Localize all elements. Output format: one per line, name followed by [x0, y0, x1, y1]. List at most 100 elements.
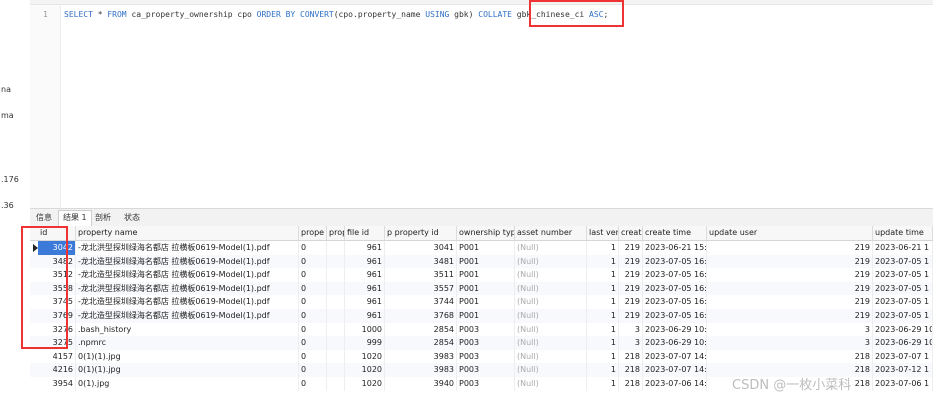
- cell-prope[interactable]: 0: [299, 349, 327, 364]
- cell-update-time[interactable]: 2023-06-29 10: [873, 336, 933, 350]
- cell-last-ver[interactable]: 1: [587, 254, 619, 269]
- cell-asset-number[interactable]: (Null): [515, 309, 587, 323]
- cell-ownership-type[interactable]: P001: [457, 268, 515, 282]
- cell-creat[interactable]: 219: [619, 281, 643, 296]
- cell-file-id[interactable]: 999: [345, 336, 385, 350]
- cell-prope[interactable]: 0: [299, 309, 327, 323]
- table-row[interactable]: 3512 -龙北造型探圳绿海名都店 拉横板0619-Model(1).pdf 0 96…: [30, 268, 933, 282]
- cell-update-time[interactable]: 2023-07-12 1: [873, 363, 933, 377]
- cell-last-ver[interactable]: 1: [587, 268, 619, 282]
- cell-update-user[interactable]: 219: [707, 309, 873, 323]
- cell-create-time[interactable]: 2023-07-06 14:: [643, 377, 707, 391]
- column-header-create-time[interactable]: create time: [643, 226, 707, 240]
- cell-prop[interactable]: [327, 268, 345, 282]
- cell-creat[interactable]: 3: [619, 336, 643, 350]
- cell-asset-number[interactable]: (Null): [515, 268, 587, 282]
- cell-prope[interactable]: 0: [299, 322, 327, 337]
- cell-asset-number[interactable]: (Null): [515, 336, 587, 350]
- cell-prope[interactable]: 0: [299, 336, 327, 350]
- table-row[interactable]: 3745 -龙北造型探圳绿海名都店 拉横板0619-Model(1).pdf 0 96…: [30, 295, 933, 309]
- cell-create-time[interactable]: 2023-07-05 16:: [643, 281, 707, 296]
- column-header-p-property-id[interactable]: p property id: [385, 226, 457, 240]
- table-row[interactable]: 4157 0(1)(1).jpg 0 1020 3983 P003 (Null) 1 218 20…: [30, 349, 933, 364]
- tab-status[interactable]: 状态: [120, 211, 144, 224]
- cell-asset-number[interactable]: (Null): [515, 295, 587, 309]
- cell-property-name[interactable]: 0(1)(1).jpg: [76, 349, 299, 364]
- cell-prop[interactable]: [327, 349, 345, 364]
- column-header-update-user[interactable]: update user: [707, 226, 873, 240]
- cell-last-ver[interactable]: 1: [587, 309, 619, 323]
- cell-last-ver[interactable]: 1: [587, 281, 619, 296]
- cell-p-property-id[interactable]: 3041: [385, 241, 457, 255]
- tab-result-1[interactable]: 结果 1: [58, 210, 92, 226]
- column-header-file-id[interactable]: file id: [345, 226, 385, 240]
- cell-prop[interactable]: [327, 322, 345, 337]
- cell-update-user[interactable]: 219: [707, 254, 873, 269]
- cell-p-property-id[interactable]: 3983: [385, 363, 457, 377]
- sql-query-line[interactable]: SELECT * FROM ca_property_ownership cpo …: [64, 10, 608, 19]
- cell-ownership-type[interactable]: P001: [457, 281, 515, 296]
- cell-create-time[interactable]: 2023-07-07 14:: [643, 349, 707, 364]
- cell-file-id[interactable]: 961: [345, 281, 385, 296]
- cell-last-ver[interactable]: 1: [587, 349, 619, 364]
- cell-create-time[interactable]: 2023-07-05 16:: [643, 309, 707, 323]
- cell-create-time[interactable]: 2023-07-07 14:: [643, 363, 707, 377]
- table-row[interactable]: 3276 .bash_history 0 1000 2854 P003 (Null) 1 3 20…: [30, 322, 933, 337]
- cell-asset-number[interactable]: (Null): [515, 322, 587, 337]
- cell-last-ver[interactable]: 1: [587, 377, 619, 391]
- cell-file-id[interactable]: 1000: [345, 322, 385, 337]
- column-header-asset-number[interactable]: asset number: [515, 226, 587, 240]
- column-header-property-name[interactable]: property name: [76, 226, 299, 240]
- cell-prop[interactable]: [327, 336, 345, 350]
- cell-p-property-id[interactable]: 3768: [385, 309, 457, 323]
- cell-update-user[interactable]: 219: [707, 281, 873, 296]
- cell-update-user[interactable]: 218: [707, 349, 873, 364]
- cell-prop[interactable]: [327, 241, 345, 255]
- column-header-last-ver[interactable]: last ver: [587, 226, 619, 240]
- cell-update-time[interactable]: 2023-07-06 1: [873, 377, 933, 391]
- cell-p-property-id[interactable]: 3983: [385, 349, 457, 364]
- cell-property-name[interactable]: -龙北造型探圳绿海名都店 拉横板0619-Model(1).pdf: [76, 254, 299, 269]
- cell-prope[interactable]: 0: [299, 254, 327, 269]
- cell-property-name[interactable]: 0(1).jpg: [76, 377, 299, 391]
- cell-update-user[interactable]: 3: [707, 322, 873, 337]
- cell-creat[interactable]: 218: [619, 377, 643, 391]
- cell-update-time[interactable]: 2023-07-05 1: [873, 295, 933, 309]
- cell-file-id[interactable]: 1020: [345, 349, 385, 364]
- table-row[interactable]: 3042 -龙北洪型探圳绿海名都店 拉横板0619-Model(1).pdf 0 96…: [30, 241, 933, 255]
- cell-create-time[interactable]: 2023-07-05 16:: [643, 295, 707, 309]
- cell-creat[interactable]: 218: [619, 363, 643, 377]
- cell-update-time[interactable]: 2023-06-21 1: [873, 241, 933, 255]
- cell-ownership-type[interactable]: P001: [457, 254, 515, 269]
- column-header-prope[interactable]: prope: [299, 226, 327, 240]
- cell-create-time[interactable]: 2023-06-21 15:: [643, 241, 707, 255]
- cell-file-id[interactable]: 961: [345, 241, 385, 255]
- cell-property-name[interactable]: .npmrc: [76, 336, 299, 350]
- table-row[interactable]: 3482 -龙北造型探圳绿海名都店 拉横板0619-Model(1).pdf 0 96…: [30, 254, 933, 269]
- cell-creat[interactable]: 3: [619, 322, 643, 337]
- cell-property-name[interactable]: 0(1)(1).jpg: [76, 363, 299, 377]
- cell-create-time[interactable]: 2023-06-29 10:: [643, 336, 707, 350]
- cell-update-time[interactable]: 2023-07-05 1: [873, 254, 933, 269]
- cell-id[interactable]: 3954: [38, 377, 76, 391]
- cell-ownership-type[interactable]: P001: [457, 309, 515, 323]
- cell-ownership-type[interactable]: P001: [457, 241, 515, 255]
- cell-property-name[interactable]: -龙北造型探圳绿海名都店 拉横板0619-Model(1).pdf: [76, 309, 299, 323]
- cell-p-property-id[interactable]: 3511: [385, 268, 457, 282]
- cell-last-ver[interactable]: 1: [587, 241, 619, 255]
- cell-prope[interactable]: 0: [299, 363, 327, 377]
- cell-update-user[interactable]: 3: [707, 336, 873, 350]
- cell-asset-number[interactable]: (Null): [515, 281, 587, 296]
- cell-ownership-type[interactable]: P003: [457, 349, 515, 364]
- cell-prope[interactable]: 0: [299, 295, 327, 309]
- column-header-prop[interactable]: prop: [327, 226, 345, 240]
- cell-creat[interactable]: 219: [619, 254, 643, 269]
- cell-property-name[interactable]: -龙北洪型探圳绿海名都店 拉横板0619-Model(1).pdf: [76, 241, 299, 255]
- cell-file-id[interactable]: 961: [345, 268, 385, 282]
- cell-update-time[interactable]: 2023-06-29 10: [873, 322, 933, 337]
- cell-id[interactable]: 4216: [38, 363, 76, 377]
- cell-prop[interactable]: [327, 363, 345, 377]
- cell-ownership-type[interactable]: P003: [457, 336, 515, 350]
- cell-update-user[interactable]: 219: [707, 241, 873, 255]
- cell-property-name[interactable]: -龙北造型探圳绿海名都店 拉横板0619-Model(1).pdf: [76, 268, 299, 282]
